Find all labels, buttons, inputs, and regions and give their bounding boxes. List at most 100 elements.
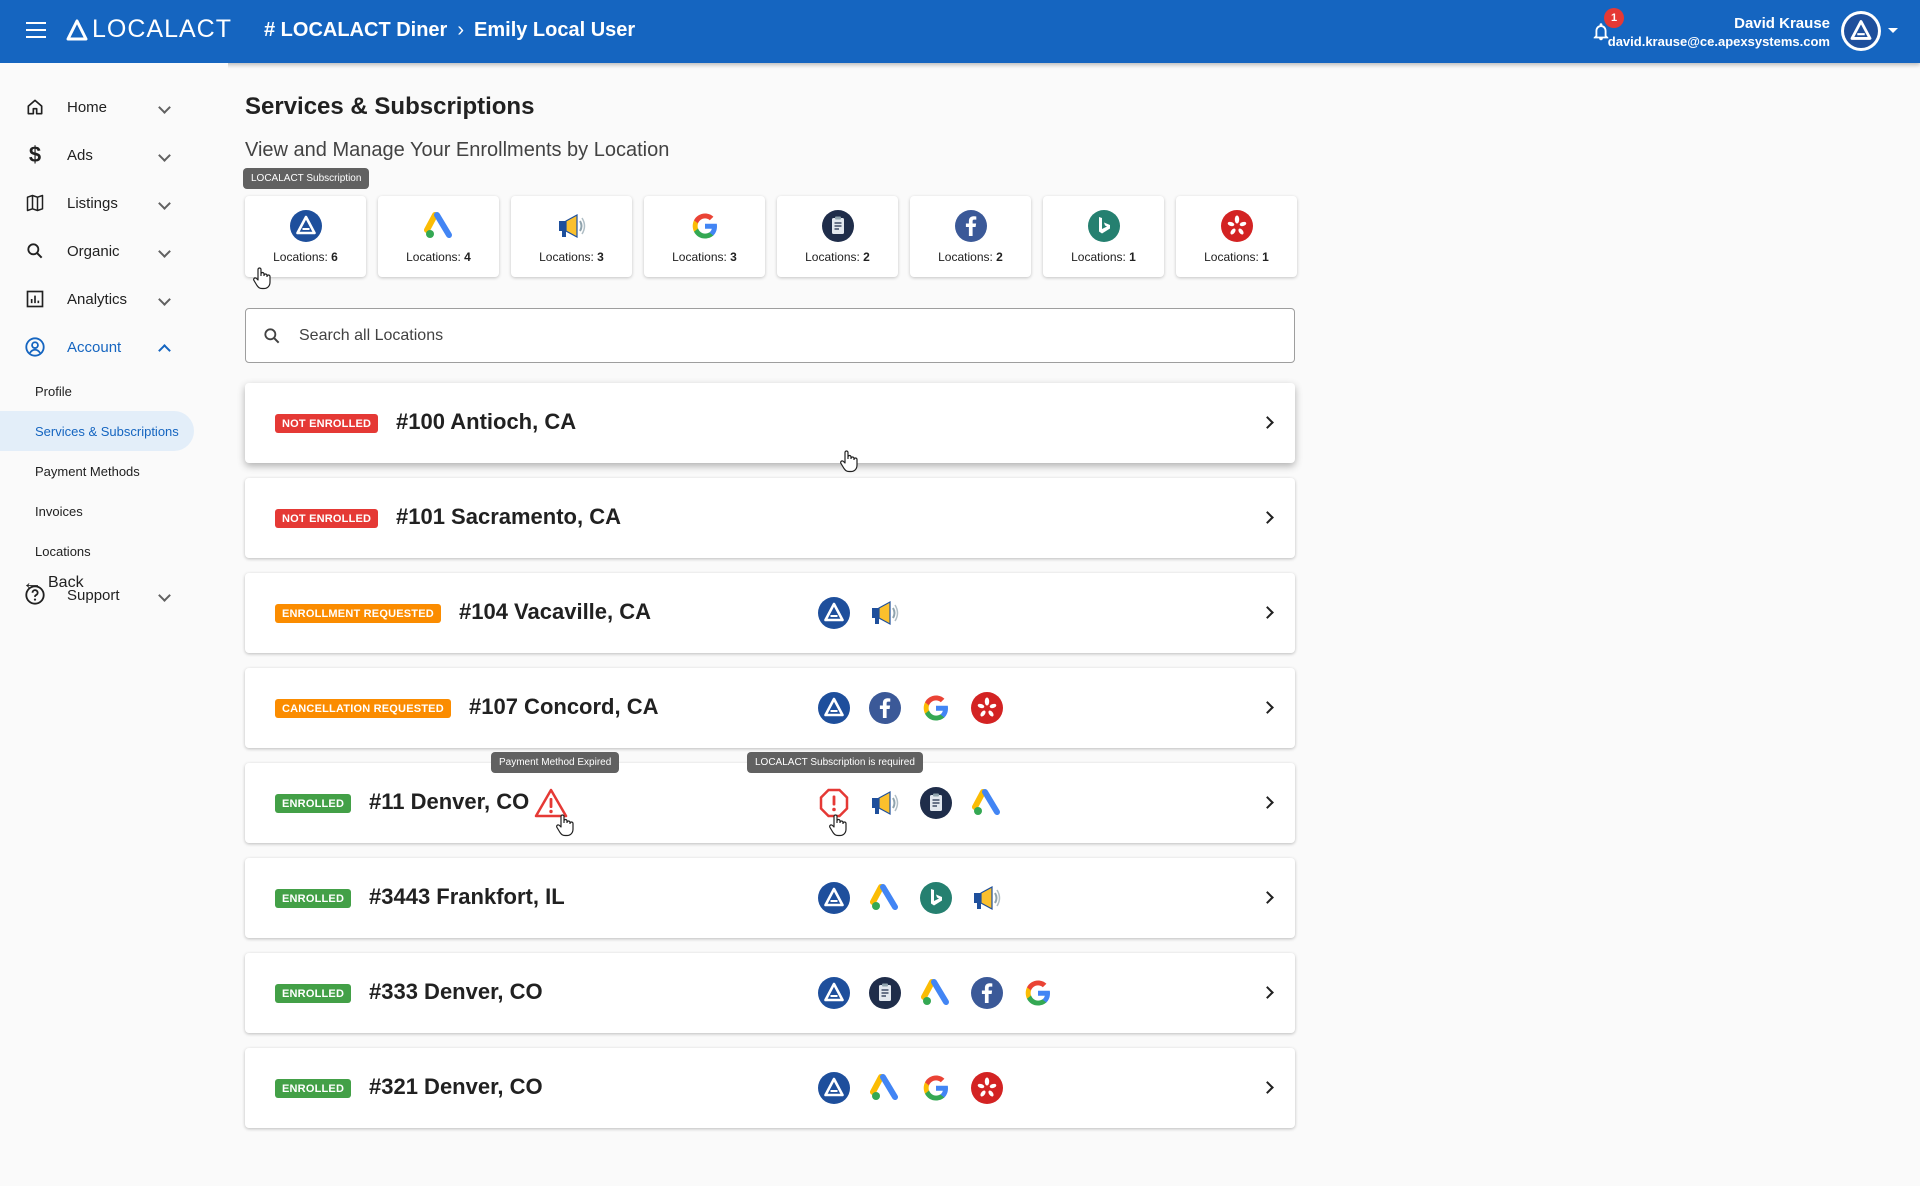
hand-cursor-icon [555,813,575,837]
sidebar-item-organic[interactable]: Organic [0,231,200,271]
services-tooltip: LOCALACT Subscription [243,168,370,189]
sidebar-item-home[interactable]: Home [0,87,200,127]
service-card-localact[interactable]: Locations: 6 [245,196,366,277]
sidebar-item-ads[interactable]: $ Ads [0,135,200,175]
sidebar-item-analytics[interactable]: Analytics [0,279,200,319]
service-count-value: 2 [863,250,870,264]
search-bar[interactable] [245,308,1295,363]
chevron-down-icon [158,244,171,258]
service-card-google[interactable]: Locations: 3 [644,196,765,277]
caret-down-icon[interactable] [1888,28,1898,33]
service-icon-slot [869,1072,901,1104]
breadcrumb-business[interactable]: # LOCALACT Diner [264,19,447,42]
sidebar-item-label: Listings [67,194,118,212]
service-icon-slot [869,977,901,1009]
breadcrumb-user[interactable]: Emily Local User [474,19,635,42]
sidebar-item-account[interactable]: Account [0,327,200,367]
location-name: #104 Vacaville, CA [459,599,652,624]
localact-logo[interactable]: LOCALACT [66,15,232,44]
sidebar-subitem-profile[interactable]: Profile [0,371,194,411]
location-row[interactable]: ENROLLED #11 Denver, CO [245,763,1295,843]
service-location-count: Locations: 3 [539,250,604,264]
service-count-label: Locations: [539,250,598,264]
top-app-bar: LOCALACT # LOCALACT Diner › Emily Local … [0,0,1920,63]
sidebar-subitem-invoices[interactable]: Invoices [0,491,194,531]
google-ads-icon [920,977,952,1009]
menu-icon[interactable] [26,22,46,38]
chevron-right-icon [1261,891,1274,904]
status-badge: NOT ENROLLED [275,414,379,433]
analytics-icon [24,288,46,310]
service-count-value: 1 [1129,250,1136,264]
location-row[interactable]: ENROLLED #3443 Frankfort, IL [245,858,1295,938]
service-icon-slot [920,977,952,1009]
status-badge: ENROLLMENT REQUESTED [275,604,441,623]
sidebar: Home $ Ads Listings Organic Analytics Ac… [0,63,228,1186]
page-title: Services & Subscriptions [245,93,535,120]
breadcrumb: # LOCALACT Diner › Emily Local User [264,19,635,42]
sidebar-item-label: Ads [67,146,93,164]
sidebar-subitem-services-subscriptions[interactable]: Services & Subscriptions [0,411,194,451]
chevron-down-icon [158,148,171,162]
service-location-count: Locations: 1 [1204,250,1269,264]
service-count-label: Locations: [672,250,731,264]
service-count-label: Locations: [1204,250,1263,264]
service-icon-slot [971,977,1003,1009]
service-icon-slot [920,787,952,819]
user-email: david.krause@ce.apexsystems.com [1607,34,1830,49]
location-row[interactable]: NOT ENROLLED #100 Antioch, CA [245,383,1295,463]
service-card-facebook[interactable]: Locations: 2 [910,196,1031,277]
chevron-down-icon [158,292,171,306]
sidebar-item-listings[interactable]: Listings [0,183,200,223]
service-card-yelp[interactable]: Locations: 1 [1176,196,1297,277]
sidebar-subitem-payment-methods[interactable]: Payment Methods [0,451,194,491]
service-count-label: Locations: [938,250,997,264]
service-card-clipboard[interactable]: Locations: 2 [777,196,898,277]
service-icon-slot [818,977,850,1009]
service-count-value: 6 [331,250,338,264]
service-card-google-ads[interactable]: Locations: 4 [378,196,499,277]
service-card-bing[interactable]: Locations: 1 [1043,196,1164,277]
service-location-count: Locations: 4 [406,250,471,264]
service-location-count: Locations: 2 [938,250,1003,264]
back-label: Back [48,574,84,591]
location-name: #101 Sacramento, CA [396,504,621,529]
status-badge: ENROLLED [275,984,352,1003]
service-icon-slot [920,692,952,724]
location-row[interactable]: ENROLLMENT REQUESTED #104 Vacaville, CA [245,573,1295,653]
facebook-icon [869,692,901,724]
service-icons [818,977,1073,1009]
yelp-icon [971,692,1003,724]
service-count-value: 1 [1262,250,1269,264]
location-row[interactable]: NOT ENROLLED #101 Sacramento, CA [245,478,1295,558]
service-icon-slot [920,1072,952,1104]
service-icon-slot [971,787,1003,819]
localact-icon [818,692,850,724]
avatar[interactable] [1841,11,1881,51]
location-row[interactable]: CANCELLATION REQUESTED #107 Concord, CA [245,668,1295,748]
payment-expired-tooltip: Payment Method Expired [491,752,620,773]
account-icon [24,336,46,358]
service-count-value: 2 [996,250,1003,264]
sidebar-subitem-locations[interactable]: Locations [0,531,194,571]
status-badge: ENROLLED [275,1079,352,1098]
localact-icon [290,210,322,242]
hand-cursor-icon [252,266,272,290]
google-ads-icon [423,210,455,242]
service-icons [818,597,920,629]
chevron-down-icon [158,588,171,602]
chevron-right-icon [1261,1081,1274,1094]
clipboard-icon [869,977,901,1009]
service-card-megaphone[interactable]: Locations: 3 [511,196,632,277]
google-icon [920,692,952,724]
sidebar-item-label: Organic [67,242,120,260]
location-name: #321 Denver, CO [369,1074,543,1099]
chevron-right-icon [1261,606,1274,619]
user-info[interactable]: David Krause david.krause@ce.apexsystems… [1608,15,1830,49]
location-row[interactable]: ENROLLED #321 Denver, CO [245,1048,1295,1128]
back-button[interactable]: ← Back [22,568,84,598]
google-ads-icon [869,882,901,914]
search-input[interactable] [299,323,1199,349]
location-name: #107 Concord, CA [469,694,659,719]
location-row[interactable]: ENROLLED #333 Denver, CO [245,953,1295,1033]
